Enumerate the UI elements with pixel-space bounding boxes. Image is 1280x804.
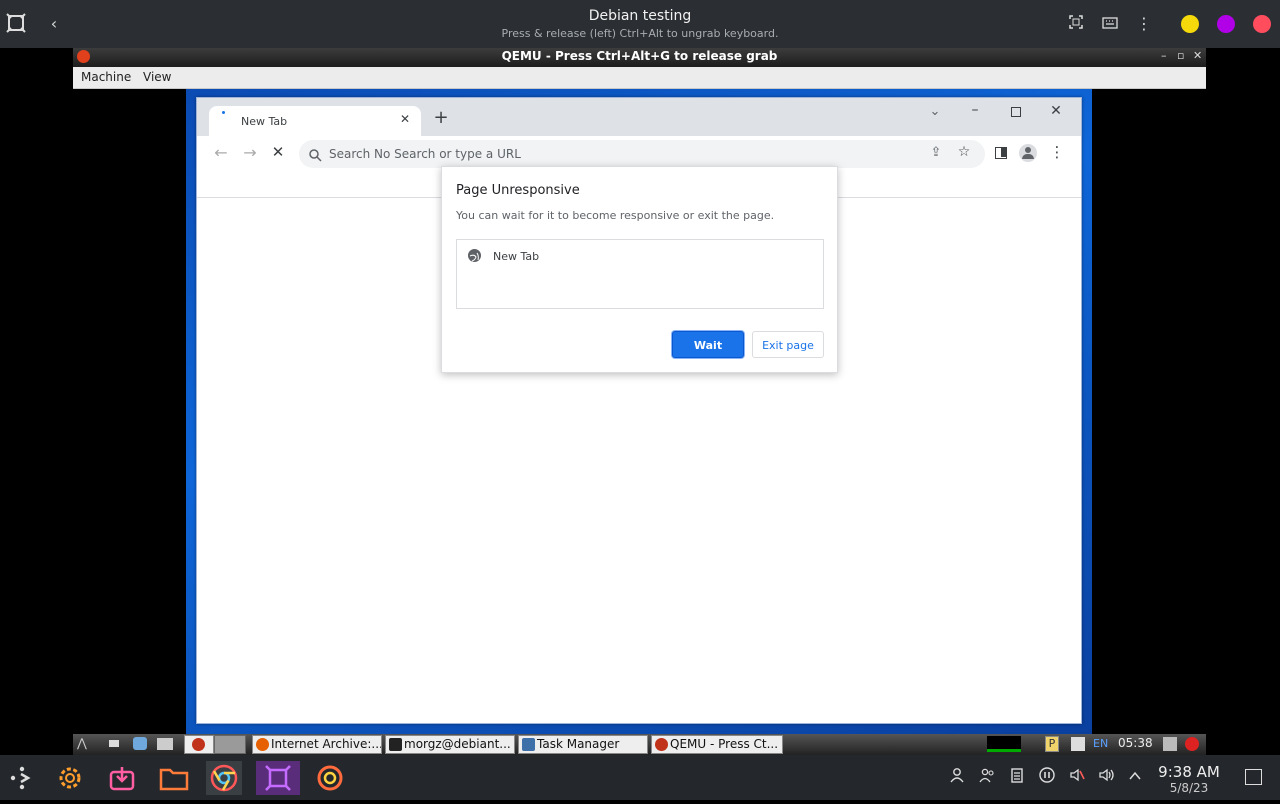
qemu-title: QEMU - Press Ctrl+Alt+G to release grab <box>501 49 778 63</box>
menu-machine[interactable]: Machine <box>81 70 131 84</box>
qemu-restore-icon[interactable]: ▫ <box>1177 49 1184 62</box>
profile-avatar-icon[interactable] <box>1019 144 1037 162</box>
clipboard-tray-icon[interactable] <box>1006 767 1028 789</box>
dialog-title: Page Unresponsive <box>456 183 580 198</box>
tab-search-icon[interactable]: ⌄ <box>925 104 945 124</box>
qemu-launcher[interactable] <box>184 735 214 754</box>
guest-clock[interactable]: 05:38 <box>1118 736 1153 750</box>
qemu-menubar: Machine View <box>73 67 1206 89</box>
side-panel-icon[interactable] <box>995 147 1007 159</box>
chrome-browser-icon[interactable] <box>206 761 242 795</box>
minimize-icon[interactable]: – <box>965 102 985 122</box>
maximize-icon[interactable] <box>1011 107 1021 117</box>
qemu-icon <box>655 738 668 751</box>
task-internet-archive[interactable]: Internet Archive:... <box>252 735 382 754</box>
qemu-close-icon[interactable]: ✕ <box>1193 49 1202 62</box>
window-title: Debian testing <box>588 8 692 24</box>
host-dock: 9:38 AM 5/8/23 <box>0 755 1280 800</box>
guest-taskbar: ⋀ Internet Archive:... morgz@debiant... … <box>73 734 1206 755</box>
omnibox-placeholder: Search No Search or type a URL <box>329 147 521 161</box>
back-arrow-icon[interactable]: ← <box>211 143 231 162</box>
qemu-titlebar: QEMU - Press Ctrl+Alt+G to release grab … <box>73 48 1206 67</box>
forward-arrow-icon[interactable]: → <box>240 143 260 162</box>
task-label: Task Manager <box>537 737 620 751</box>
power-icon[interactable] <box>1185 737 1199 751</box>
close-window-icon[interactable]: ✕ <box>1046 103 1066 123</box>
omnibox[interactable]: Search No Search or type a URL ⇪ ☆ <box>299 140 985 168</box>
expand-tray-icon[interactable] <box>1124 767 1146 789</box>
close-dot[interactable] <box>1253 15 1271 33</box>
tab-strip: New Tab ✕ + ⌄ – ✕ <box>197 98 1081 136</box>
qemu-icon <box>192 738 205 751</box>
search-icon <box>309 147 322 166</box>
minimize-dot[interactable] <box>1181 15 1199 33</box>
window-subtitle: Press & release (left) Ctrl+Alt to ungra… <box>501 27 779 40</box>
show-desktop-tray-icon[interactable] <box>1245 769 1262 785</box>
firefox-icon[interactable] <box>312 761 348 795</box>
task-label: morgz@debiant... <box>404 737 511 751</box>
page-unresponsive-dialog: Page Unresponsive You can wait for it to… <box>441 166 838 373</box>
users-switch-icon[interactable] <box>976 767 998 789</box>
task-task-manager[interactable]: Task Manager <box>518 735 648 754</box>
loading-icon <box>222 111 225 114</box>
globe-icon <box>468 249 481 262</box>
software-store-icon[interactable] <box>104 761 140 795</box>
chrome-menu-icon[interactable]: ⋮ <box>1049 143 1065 161</box>
share-icon[interactable]: ⇪ <box>927 145 945 160</box>
browser-launcher-icon[interactable] <box>133 737 147 750</box>
stop-loading-icon[interactable]: ✕ <box>268 143 288 161</box>
task-qemu[interactable]: QEMU - Press Ct... <box>651 735 783 754</box>
task-label: QEMU - Press Ct... <box>670 737 779 751</box>
start-menu-icon[interactable]: ⋀ <box>77 736 101 752</box>
tab-label: New Tab <box>241 115 288 128</box>
clipboard-icon[interactable]: P <box>1045 736 1059 752</box>
user-icon[interactable] <box>946 767 968 789</box>
workspace-switcher[interactable] <box>214 735 246 754</box>
windows-icon[interactable] <box>157 738 173 750</box>
new-tab-icon[interactable]: + <box>431 109 451 130</box>
host-clock-time[interactable]: 9:38 AM <box>1152 763 1226 781</box>
tab-new-tab[interactable]: New Tab ✕ <box>209 106 421 136</box>
keyboard-layout[interactable]: EN <box>1093 737 1108 750</box>
bookmark-star-icon[interactable]: ☆ <box>955 144 973 160</box>
maximize-dot[interactable] <box>1217 15 1235 33</box>
tab-close-icon[interactable]: ✕ <box>397 112 413 128</box>
list-item-page: New Tab <box>493 250 540 263</box>
network-icon[interactable] <box>1163 737 1177 751</box>
wait-button[interactable]: Wait <box>672 331 744 358</box>
app-launcher-icon[interactable] <box>4 761 40 795</box>
menu-view[interactable]: View <box>143 70 171 84</box>
task-manager-icon <box>522 738 535 751</box>
volume-icon[interactable] <box>1096 767 1118 789</box>
fullscreen-icon[interactable] <box>1064 12 1088 36</box>
qemu-minimize-icon[interactable]: – <box>1161 49 1167 62</box>
firefox-icon <box>256 738 269 751</box>
remote-viewer-icon[interactable] <box>256 761 300 795</box>
host-titlebar: ‹ Debian testing Press & release (left) … <box>0 0 1280 48</box>
media-pause-icon[interactable] <box>1036 767 1058 789</box>
task-terminal[interactable]: morgz@debiant... <box>385 735 515 754</box>
settings-gear-icon[interactable] <box>52 761 88 795</box>
display-icon[interactable] <box>1071 737 1085 751</box>
exit-page-button[interactable]: Exit page <box>752 331 824 358</box>
unresponsive-pages-list: New Tab <box>456 239 824 309</box>
terminal-icon <box>389 738 402 751</box>
host-clock-date[interactable]: 5/8/23 <box>1152 781 1226 795</box>
more-options-icon[interactable]: ⋮ <box>1132 12 1156 36</box>
cpu-graph <box>987 736 1021 752</box>
microphone-muted-icon[interactable] <box>1066 767 1088 789</box>
show-desktop-icon[interactable] <box>109 740 119 747</box>
dialog-message: You can wait for it to become responsive… <box>456 209 775 222</box>
keyboard-icon[interactable] <box>1098 12 1122 36</box>
task-label: Internet Archive:... <box>271 737 382 751</box>
files-folder-icon[interactable] <box>156 761 192 795</box>
